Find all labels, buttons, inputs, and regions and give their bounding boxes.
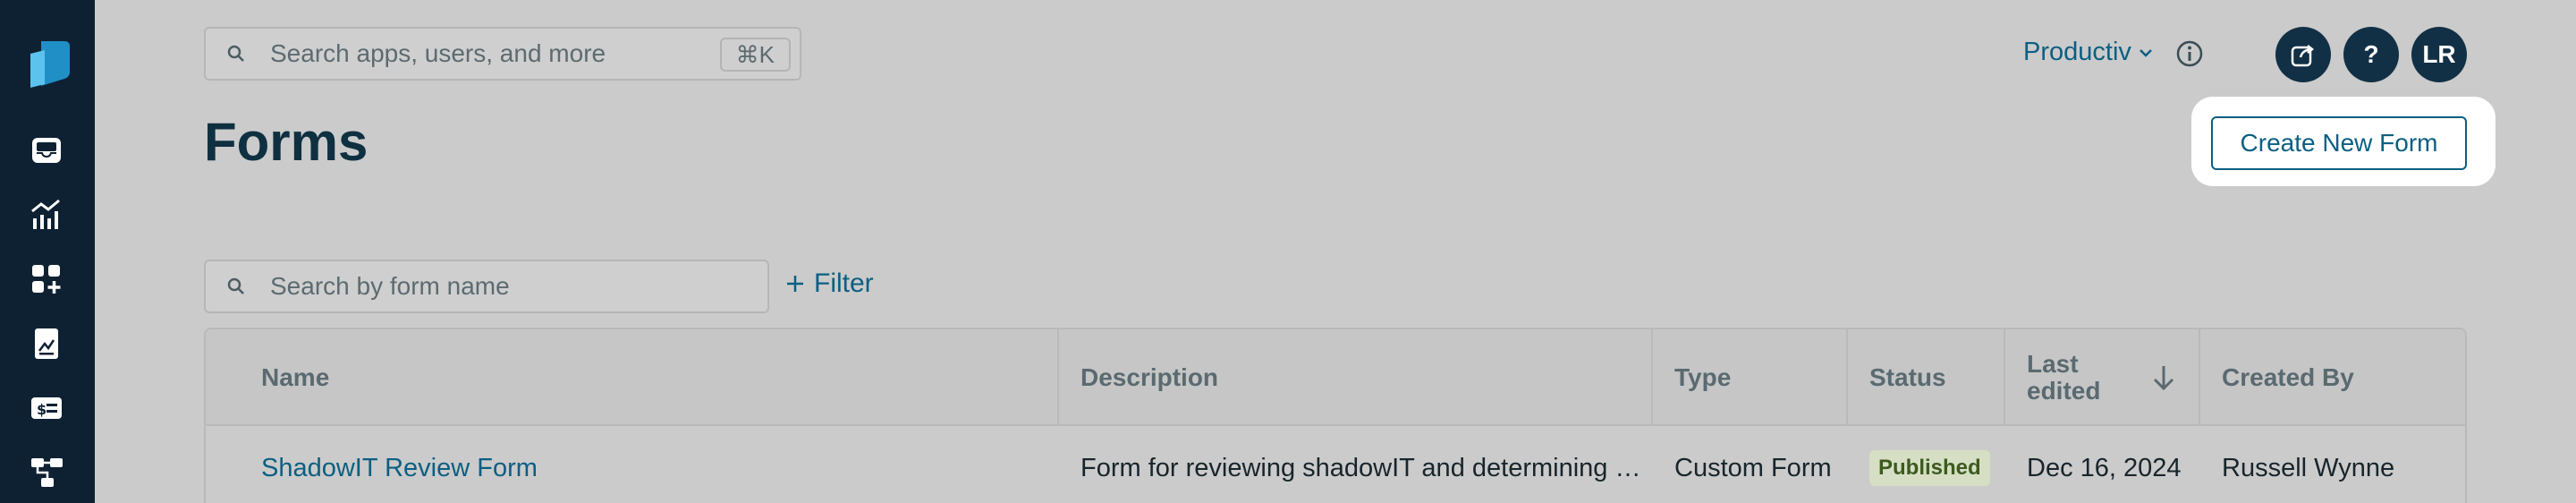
- status-cell: Published: [1848, 428, 2005, 503]
- help-icon: ?: [2363, 40, 2379, 68]
- documents-icon[interactable]: [27, 324, 66, 363]
- page-title: Forms: [204, 112, 369, 172]
- search-icon: [227, 45, 244, 62]
- column-header-created-by[interactable]: Created By: [2200, 329, 2465, 426]
- form-description: Form for reviewing shadowIT and determin…: [1080, 453, 1641, 482]
- workspace-dropdown[interactable]: Productiv: [2023, 38, 2153, 67]
- workflow-icon[interactable]: [27, 453, 66, 492]
- column-header-status[interactable]: Status: [1848, 329, 2005, 426]
- chevron-down-icon: [2140, 48, 2152, 57]
- column-header-last-edited-line1: Last: [2027, 350, 2079, 378]
- create-new-form-button[interactable]: Create New Form: [2211, 116, 2467, 170]
- column-header-type[interactable]: Type: [1653, 329, 1848, 426]
- billing-icon[interactable]: $: [27, 388, 66, 428]
- global-search-input[interactable]: Search apps, users, and more ⌘K: [204, 27, 801, 81]
- status-badge: Published: [1869, 450, 1990, 486]
- user-avatar[interactable]: LR: [2411, 27, 2467, 82]
- column-header-last-edited[interactable]: Last edited: [2005, 329, 2200, 426]
- analytics-icon[interactable]: [27, 195, 66, 234]
- sidebar: $: [0, 0, 95, 503]
- created-by: Russell Wynne: [2222, 453, 2395, 482]
- form-type: Custom Form: [1674, 453, 1832, 482]
- form-search-input[interactable]: Search by form name: [204, 260, 769, 313]
- global-search-placeholder: Search apps, users, and more: [270, 39, 606, 67]
- form-search-placeholder: Search by form name: [270, 272, 510, 300]
- table-header: Name Description Type Status Last edited…: [206, 329, 2465, 426]
- filter-label: Filter: [814, 269, 874, 298]
- last-edited-date: Dec 16, 2024: [2027, 453, 2182, 482]
- table-row[interactable]: ShadowIT Review Form Form for reviewing …: [206, 428, 2465, 503]
- share-button[interactable]: [2275, 27, 2331, 82]
- avatar-initials: LR: [2422, 40, 2456, 68]
- forms-table: Name Description Type Status Last edited…: [204, 328, 2467, 503]
- info-icon[interactable]: [2175, 39, 2204, 68]
- apps-add-icon[interactable]: [27, 260, 66, 299]
- inbox-icon[interactable]: [27, 131, 66, 170]
- filter-button[interactable]: Filter: [785, 269, 874, 299]
- column-header-description[interactable]: Description: [1059, 329, 1653, 426]
- column-header-name[interactable]: Name: [206, 329, 1059, 426]
- column-header-last-edited-line2: edited: [2027, 377, 2101, 405]
- form-name-link[interactable]: ShadowIT Review Form: [206, 428, 1059, 503]
- svg-text:$: $: [37, 401, 47, 418]
- workspace-name: Productiv: [2023, 38, 2131, 66]
- keyboard-shortcut-hint: ⌘K: [719, 38, 791, 72]
- plus-icon: [787, 276, 803, 292]
- help-button[interactable]: ?: [2343, 27, 2399, 82]
- logo-icon[interactable]: [25, 38, 70, 88]
- share-icon: [2291, 45, 2315, 67]
- search-icon: [227, 277, 244, 294]
- sort-descending-icon[interactable]: [2150, 363, 2177, 392]
